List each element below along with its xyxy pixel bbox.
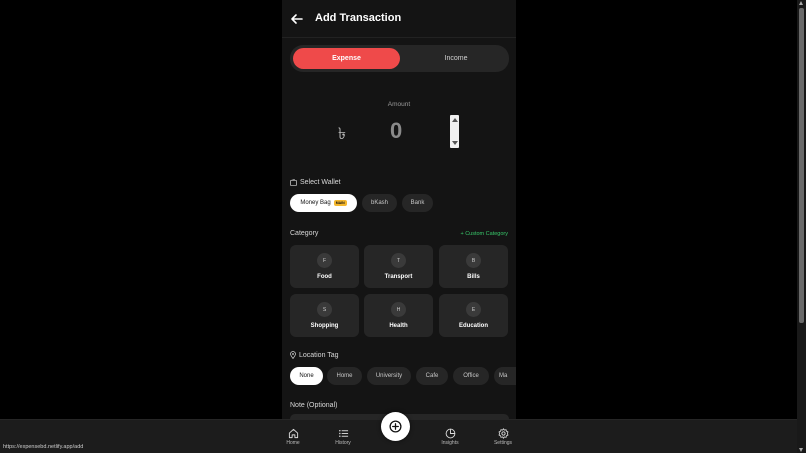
currency-symbol: ৳ xyxy=(338,124,346,143)
location-office[interactable]: Office xyxy=(453,367,489,385)
location-none[interactable]: None xyxy=(290,367,323,385)
location-chip-label: Home xyxy=(336,373,353,379)
stepper-down-icon[interactable] xyxy=(451,141,458,145)
wallet-chip-label: bKash xyxy=(370,200,388,206)
stepper-up-icon[interactable] xyxy=(451,118,458,122)
scroll-down-icon[interactable] xyxy=(799,448,803,452)
category-section-label: Category xyxy=(290,230,319,237)
location-chip-label: None xyxy=(299,373,314,379)
type-toggle: Expense Income xyxy=(290,45,509,72)
add-transaction-button[interactable] xyxy=(381,412,410,441)
location-chip-label: Office xyxy=(463,373,479,379)
amount-stepper[interactable] xyxy=(450,115,459,148)
main-badge: MAIN xyxy=(333,200,347,206)
nav-home[interactable]: Home xyxy=(278,428,308,446)
wallet-bank[interactable]: Bank xyxy=(402,194,433,212)
category-name: Education xyxy=(458,323,488,329)
category-education[interactable]: E Education xyxy=(439,294,508,337)
location-label-text: Location Tag xyxy=(299,351,339,359)
location-pin-icon xyxy=(290,351,296,359)
scroll-thumb[interactable] xyxy=(799,8,804,323)
nav-history[interactable]: History xyxy=(328,428,358,446)
page-scrollbar[interactable] xyxy=(797,0,806,453)
category-bills[interactable]: B Bills xyxy=(439,245,508,288)
note-label: Note (Optional) xyxy=(290,402,338,409)
category-initial: F xyxy=(317,253,332,268)
category-initial: T xyxy=(391,253,406,268)
wallet-label-text: Select Wallet xyxy=(300,179,341,186)
income-tab[interactable]: Income xyxy=(406,48,506,69)
category-food[interactable]: F Food xyxy=(290,245,359,288)
location-university[interactable]: University xyxy=(367,367,411,385)
gear-icon xyxy=(498,428,508,439)
category-initial: H xyxy=(391,302,406,317)
expense-tab[interactable]: Expense xyxy=(293,48,400,69)
wallet-section-label: Select Wallet xyxy=(290,179,341,186)
category-name: Food xyxy=(317,274,332,280)
pie-chart-icon xyxy=(445,428,455,439)
location-home[interactable]: Home xyxy=(327,367,362,385)
category-name: Health xyxy=(389,323,408,329)
home-icon xyxy=(288,428,298,439)
category-name: Transport xyxy=(384,274,413,280)
nav-settings-label: Settings xyxy=(493,440,513,446)
status-bar-url: https://expensebd.netlify.app/add xyxy=(0,443,87,453)
location-section-label: Location Tag xyxy=(290,351,339,359)
nav-settings[interactable]: Settings xyxy=(488,428,518,446)
wallet-chip-label: Bank xyxy=(410,200,425,206)
location-chip-label: Ma xyxy=(499,373,508,379)
amount-label: Amount xyxy=(387,101,411,108)
location-cafe[interactable]: Cafe xyxy=(416,367,448,385)
nav-insights[interactable]: Insights xyxy=(435,428,465,446)
nav-home-label: Home xyxy=(286,440,300,446)
category-shopping[interactable]: S Shopping xyxy=(290,294,359,337)
nav-history-label: History xyxy=(335,440,351,446)
category-name: Bills xyxy=(467,274,480,280)
wallet-icon xyxy=(290,179,297,186)
category-name: Shopping xyxy=(310,323,339,329)
category-health[interactable]: H Health xyxy=(364,294,433,337)
custom-category-link[interactable]: + Custom Category xyxy=(460,231,508,237)
header: Add Transaction xyxy=(282,0,516,38)
category-initial: S xyxy=(317,302,332,317)
wallet-bkash[interactable]: bKash xyxy=(362,194,397,212)
back-arrow-icon[interactable] xyxy=(290,12,304,26)
category-initial: E xyxy=(466,302,481,317)
nav-insights-label: Insights xyxy=(441,440,459,446)
amount-input[interactable]: 0 xyxy=(390,118,402,144)
location-more[interactable]: Ma xyxy=(494,367,516,385)
wallet-money-bag[interactable]: Money Bag MAIN xyxy=(290,194,357,212)
app-panel: Add Transaction Expense Income Amount ৳ … xyxy=(282,0,516,453)
category-initial: B xyxy=(466,253,481,268)
wallet-chip-label: Money Bag xyxy=(300,200,331,206)
page-title: Add Transaction xyxy=(315,12,402,24)
location-chip-label: Cafe xyxy=(425,373,439,379)
location-chip-label: University xyxy=(375,373,403,379)
list-icon xyxy=(338,430,348,437)
plus-circle-icon xyxy=(389,420,402,433)
scroll-up-icon[interactable] xyxy=(799,1,803,5)
category-transport[interactable]: T Transport xyxy=(364,245,433,288)
